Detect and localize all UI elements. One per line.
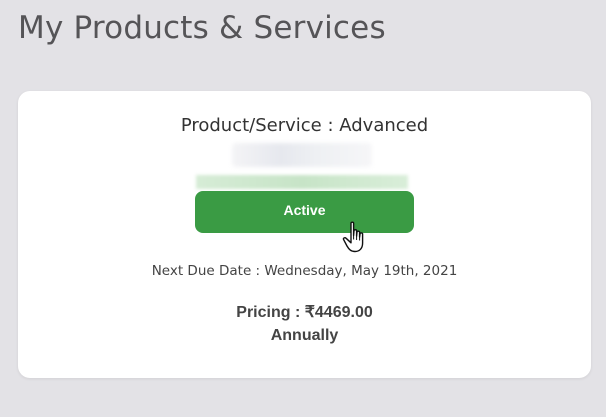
product-card: Product/Service : Advanced Active Next D… bbox=[18, 91, 591, 378]
redacted-bar bbox=[196, 175, 408, 189]
pricing: Pricing : ₹4469.00 bbox=[236, 304, 373, 321]
active-status-button[interactable]: Active bbox=[195, 191, 414, 233]
hand-pointer-icon bbox=[342, 221, 364, 253]
page-title: My Products & Services bbox=[18, 10, 386, 46]
product-title: Product/Service : Advanced bbox=[180, 115, 429, 136]
next-due-date: Next Due Date : Wednesday, May 19th, 202… bbox=[151, 263, 458, 279]
billing-cycle: Annually bbox=[270, 327, 339, 344]
redacted-domain bbox=[232, 143, 372, 167]
